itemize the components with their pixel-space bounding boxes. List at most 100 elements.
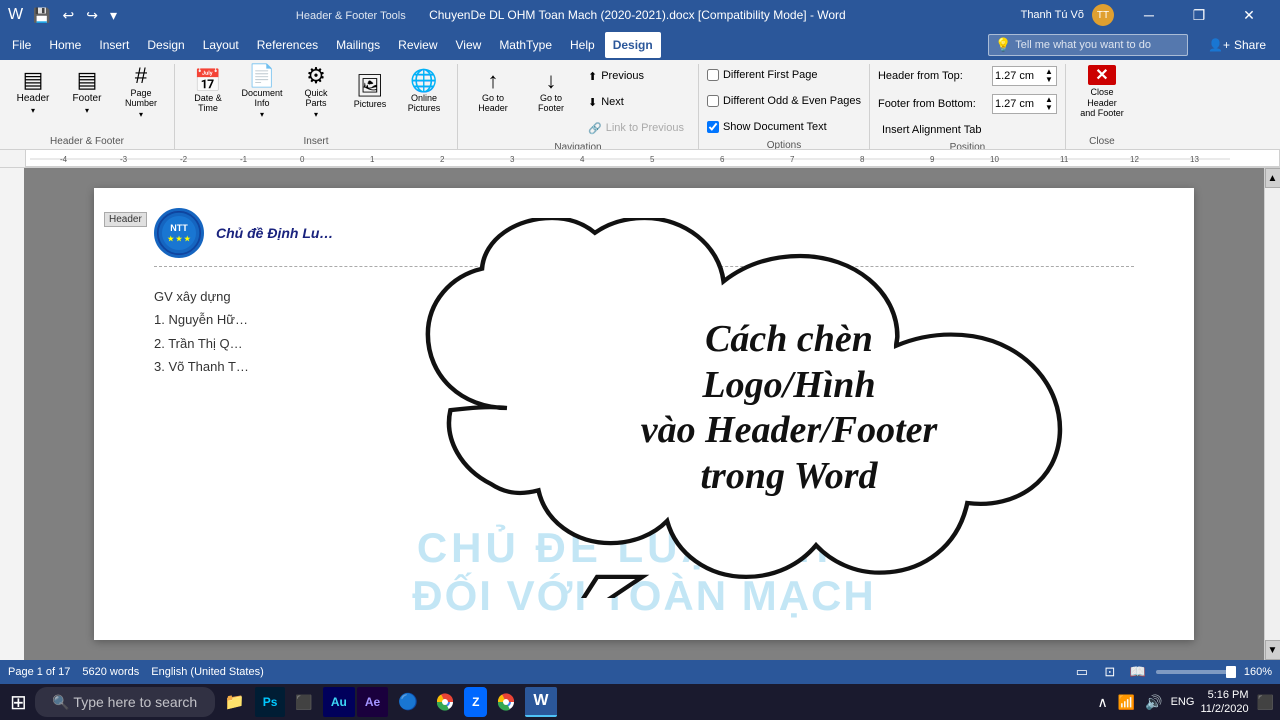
goto-footer-col: ↓ Go toFooter — [524, 64, 578, 120]
print-layout-view[interactable]: ▭ — [1072, 663, 1092, 681]
go-to-footer-button[interactable]: ↓ Go toFooter — [524, 64, 578, 120]
menu-layout[interactable]: Layout — [195, 32, 247, 58]
menu-help[interactable]: Help — [562, 32, 603, 58]
watermark: CHỦ ĐỀ LUẬT OHM ĐỐI VỚI TOÀN MẠCH — [412, 524, 875, 620]
scroll-up[interactable]: ▲ — [1265, 168, 1280, 188]
show-document-text-option[interactable]: Show Document Text — [707, 116, 827, 138]
svg-text:13: 13 — [1190, 155, 1199, 164]
different-first-page-option[interactable]: Different First Page — [707, 64, 818, 86]
menu-view[interactable]: View — [448, 32, 490, 58]
different-odd-even-option[interactable]: Different Odd & Even Pages — [707, 90, 861, 112]
customize-qa[interactable]: ▾ — [106, 5, 121, 26]
tools-label: Header & Footer Tools — [296, 10, 406, 22]
minimize-button[interactable]: ─ — [1126, 0, 1172, 30]
share-icon: 👤+ — [1208, 38, 1230, 52]
scroll-down[interactable]: ▼ — [1265, 640, 1280, 660]
svg-text:★ ★ ★: ★ ★ ★ — [168, 235, 191, 243]
zoom-slider[interactable] — [1156, 670, 1236, 674]
show-document-text-checkbox[interactable] — [707, 121, 719, 133]
taskbar-file-explorer[interactable]: 📁 — [217, 687, 253, 717]
ribbon-nav-content: ↑ Go toHeader ↓ Go toFooter ⬆ Previous ⬇… — [466, 64, 690, 140]
taskbar-app6[interactable]: 🔵 — [390, 687, 426, 717]
close-button[interactable]: ✕ — [1226, 0, 1272, 30]
next-button[interactable]: ⬇ Next — [582, 90, 690, 114]
volume-icon[interactable]: 🔊 — [1143, 692, 1164, 713]
user-name: Thanh Tú Võ — [1021, 9, 1084, 21]
body-line-gv: GV xây dựng — [154, 285, 1134, 308]
menu-mathtype[interactable]: MathType — [491, 32, 560, 58]
taskbar-chrome2[interactable] — [489, 687, 523, 717]
doc-title: ChuyenDe DL OHM Toan Mach (2020-2021).do… — [429, 8, 846, 22]
tell-me-field[interactable] — [1015, 39, 1175, 51]
logo-svg: NTT ★ ★ ★ — [157, 211, 201, 255]
menu-mailings[interactable]: Mailings — [328, 32, 388, 58]
taskbar-search[interactable]: 🔍 Type here to search — [35, 687, 215, 717]
taskbar-photoshop[interactable]: Ps — [255, 687, 286, 717]
taskbar-chrome[interactable] — [428, 687, 462, 717]
header-top-spinner[interactable]: ▲ ▼ — [1044, 68, 1054, 84]
menu-file[interactable]: File — [4, 32, 39, 58]
different-odd-even-checkbox[interactable] — [707, 95, 719, 107]
taskbar-zalo[interactable]: Z — [464, 687, 487, 717]
read-view[interactable]: 📖 — [1128, 663, 1148, 681]
footer-button[interactable]: ▤ Footer ▾ — [62, 64, 112, 120]
undo-icon[interactable]: ↩ — [59, 5, 79, 26]
link-to-previous-button[interactable]: 🔗 Link to Previous — [582, 116, 690, 140]
menu-design[interactable]: Design — [139, 32, 192, 58]
web-view[interactable]: ⊡ — [1100, 663, 1120, 681]
header-top-down[interactable]: ▼ — [1044, 76, 1054, 84]
footer-bottom-down[interactable]: ▼ — [1044, 104, 1054, 112]
doc-info-icon: 📄 — [248, 65, 275, 87]
ribbon-close-content: ✕ Close Headerand Footer — [1074, 64, 1130, 134]
online-pictures-button[interactable]: 🌐 OnlinePictures — [399, 64, 449, 120]
hidden-icons[interactable]: ∧ — [1095, 692, 1109, 713]
titlebar-title: Header & Footer Tools ChuyenDe DL OHM To… — [121, 8, 1021, 22]
titlebar-left: W 💾 ↩ ↪ ▾ — [8, 5, 121, 26]
document-info-button[interactable]: 📄 DocumentInfo ▾ — [237, 64, 287, 120]
pictures-button[interactable]: 🖼 Pictures — [345, 64, 395, 120]
taskbar-terminal[interactable]: ⬛ — [287, 687, 320, 717]
footer-from-bottom-input[interactable]: 1.27 cm ▲ ▼ — [992, 94, 1057, 114]
body-line-2: 2. Trần Thị Q… — [154, 332, 1134, 355]
quick-parts-button[interactable]: ⚙ QuickParts ▾ — [291, 64, 341, 120]
word-count: 5620 words — [82, 666, 139, 678]
menu-references[interactable]: References — [249, 32, 326, 58]
footer-bottom-spinner[interactable]: ▲ ▼ — [1044, 96, 1054, 112]
redo-icon[interactable]: ↪ — [82, 5, 102, 26]
close-header-footer-button[interactable]: ✕ Close Headerand Footer — [1074, 64, 1130, 120]
menu-design-active[interactable]: Design — [605, 32, 661, 58]
network-icon[interactable]: 📶 — [1116, 692, 1137, 713]
taskbar-ae[interactable]: Ae — [357, 687, 388, 717]
go-to-header-button[interactable]: ↑ Go toHeader — [466, 64, 520, 120]
taskbar-word[interactable]: W — [525, 687, 556, 717]
quick-parts-icon: ⚙ — [306, 65, 326, 87]
restore-button[interactable]: ❐ — [1176, 0, 1222, 30]
save-icon[interactable]: 💾 — [29, 5, 54, 26]
ribbon-insert-group: 📅 Date &Time 📄 DocumentInfo ▾ ⚙ QuickPar… — [175, 64, 458, 149]
menu-insert[interactable]: Insert — [91, 32, 137, 58]
zoom-thumb[interactable] — [1226, 666, 1236, 678]
right-scrollbar[interactable]: ▲ ▼ — [1264, 168, 1280, 660]
insert-alignment-tab-button[interactable]: Insert Alignment Tab — [878, 120, 985, 140]
prev-icon: ⬆ — [588, 70, 597, 83]
page-number-button[interactable]: # Page Number ▾ — [116, 64, 166, 120]
menu-home[interactable]: Home — [41, 32, 89, 58]
header-from-top-input[interactable]: 1.27 cm ▲ ▼ — [992, 66, 1057, 86]
windows-start-button[interactable]: ⊞ — [4, 687, 33, 717]
menu-review[interactable]: Review — [390, 32, 445, 58]
tell-me-input[interactable]: 💡 — [988, 34, 1188, 56]
left-ruler — [0, 168, 24, 660]
previous-button[interactable]: ⬆ Previous — [582, 64, 690, 88]
page-container[interactable]: Header NTT ★ ★ ★ Chủ đề Định Lu… GV xây … — [24, 168, 1264, 660]
show-desktop[interactable]: ⬛ — [1255, 692, 1276, 713]
ruler: -4 -3 -2 -1 0 1 2 3 4 5 6 7 8 9 10 11 12… — [0, 150, 1280, 168]
taskbar-audition[interactable]: Au — [323, 687, 355, 717]
lightbulb-icon: 💡 — [995, 37, 1011, 53]
lang-indicator[interactable]: ENG — [1171, 696, 1195, 708]
svg-text:-3: -3 — [120, 155, 128, 164]
share-button[interactable]: 👤+ Share — [1198, 34, 1276, 56]
nav-group-label: Navigation — [466, 140, 690, 150]
header-button[interactable]: ▤ Header ▾ — [8, 64, 58, 120]
date-time-button[interactable]: 📅 Date &Time — [183, 64, 233, 120]
different-first-page-checkbox[interactable] — [707, 69, 719, 81]
